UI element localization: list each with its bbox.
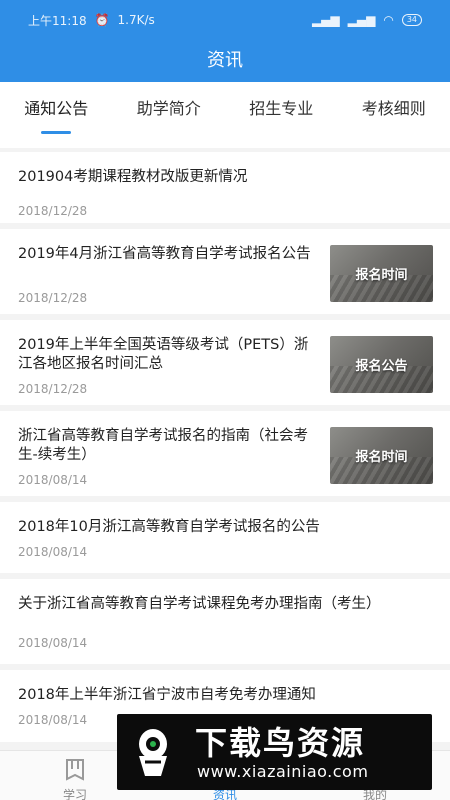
news-date: 2018/08/14 (18, 473, 88, 487)
news-title: 2019年4月浙江省高等教育自学考试报名公告 (18, 246, 311, 262)
tab-bar: 通知公告 助学简介 招生专业 考核细则 (0, 82, 450, 148)
news-thumbnail: 报名时间 (330, 427, 433, 484)
news-item[interactable]: 2019年4月浙江省高等教育自学考试报名公告 2018/12/28 报名时间 (0, 229, 450, 314)
thumbnail-caption: 报名时间 (355, 268, 408, 283)
battery-icon: 34 (401, 14, 422, 26)
news-title: 2018年10月浙江高等教育自学考试报名的公告 (18, 519, 320, 535)
tab-active-indicator (41, 131, 72, 134)
watermark-url: www.xiazainiao.com (197, 762, 369, 781)
tab-label: 助学简介 (136, 99, 201, 118)
news-item[interactable]: 2018年10月浙江高等教育自学考试报名的公告 2018/08/14 (0, 502, 450, 573)
bird-logo-icon (139, 729, 167, 776)
book-icon (66, 759, 84, 781)
news-date: 2018/12/28 (18, 204, 88, 218)
tab-label: 通知公告 (24, 99, 89, 118)
news-item[interactable]: 关于浙江省高等教育自学考试课程免考办理指南（考生） 2018/08/14 (0, 579, 450, 664)
news-title: 关于浙江省高等教育自学考试课程免考办理指南（考生） (18, 596, 381, 612)
news-date: 2018/08/14 (18, 636, 88, 650)
news-title: 201904考期课程教材改版更新情况 (18, 169, 248, 185)
news-item[interactable]: 2019年上半年全国英语等级考试（PETS）浙江各地区报名时间汇总 2018/1… (0, 320, 450, 405)
news-date: 2018/12/28 (18, 291, 88, 305)
network-speed: 1.7K/s (117, 13, 155, 27)
app-header: 上午11:18 ⏰ 1.7K/s ▂▄▆ ▂▄▆ ◠ 34 资讯 (0, 0, 450, 82)
watermark-title: 下载鸟资源 (195, 724, 366, 762)
thumbnail-caption: 报名时间 (355, 450, 408, 465)
signal-icon-2: ▂▄▆ (347, 13, 376, 27)
news-item[interactable]: 浙江省高等教育自学考试报名的指南（社会考生-续考生） 2018/08/14 报名… (0, 411, 450, 496)
news-title: 2019年上半年全国英语等级考试（PETS）浙江各地区报名时间汇总 (18, 337, 309, 372)
news-thumbnail: 报名时间 (330, 245, 433, 302)
status-bar: 上午11:18 ⏰ 1.7K/s ▂▄▆ ▂▄▆ ◠ 34 (0, 0, 450, 40)
news-date: 2018/08/14 (18, 545, 88, 559)
news-date: 2018/08/14 (18, 713, 88, 727)
news-item[interactable]: 201904考期课程教材改版更新情况 2018/12/28 (0, 152, 450, 223)
tab-rules[interactable]: 考核细则 (338, 82, 450, 148)
tab-label: 招生专业 (249, 99, 314, 118)
wifi-icon: ◠ (383, 13, 394, 27)
tab-majors[interactable]: 招生专业 (225, 82, 337, 148)
page-title: 资讯 (207, 50, 243, 71)
watermark-banner: 下载鸟资源 www.xiazainiao.com (117, 714, 432, 790)
news-title: 2018年上半年浙江省宁波市自考免考办理通知 (18, 687, 316, 703)
news-date: 2018/12/28 (18, 382, 88, 396)
news-thumbnail: 报名公告 (330, 336, 433, 393)
thumbnail-caption: 报名公告 (355, 359, 408, 374)
alarm-icon: ⏰ (94, 13, 110, 27)
tab-notice[interactable]: 通知公告 (0, 82, 112, 148)
tab-label: 考核细则 (361, 99, 426, 118)
news-title: 浙江省高等教育自学考试报名的指南（社会考生-续考生） (18, 428, 308, 463)
tab-intro[interactable]: 助学简介 (113, 82, 225, 148)
status-time: 上午11:18 (28, 13, 87, 28)
signal-icon: ▂▄▆ (311, 13, 340, 27)
